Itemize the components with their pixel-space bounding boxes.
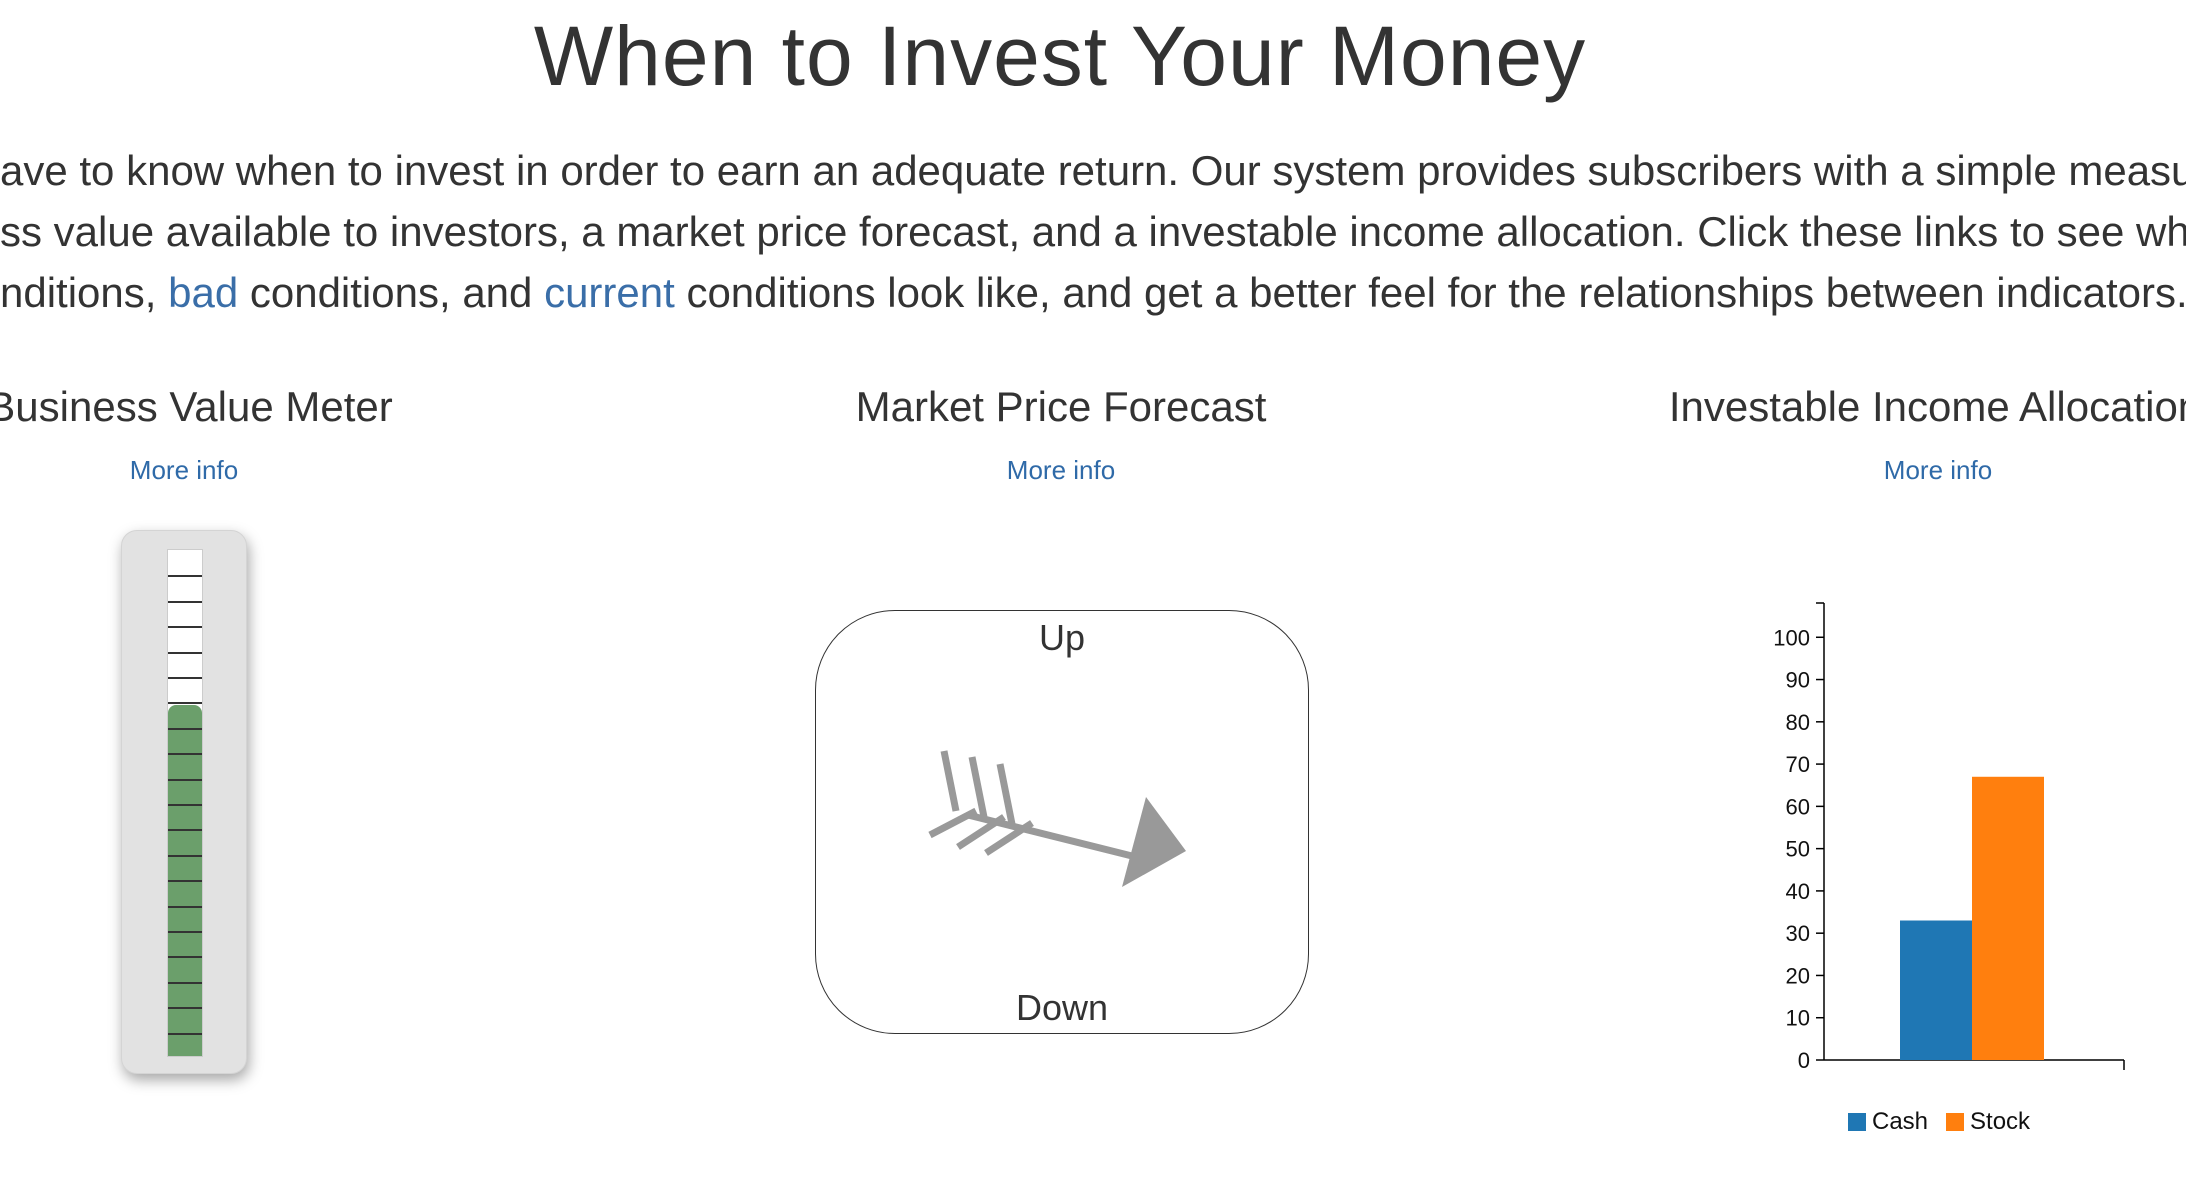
meter-tick — [168, 829, 202, 831]
business-value-meter — [121, 530, 247, 1074]
meter-tick — [168, 880, 202, 882]
y-tick-label: 40 — [1786, 879, 1810, 904]
meter-tick — [168, 855, 202, 857]
meter-tick — [168, 1033, 202, 1035]
legend-swatch — [1848, 1113, 1866, 1131]
y-tick-label: 30 — [1786, 921, 1810, 946]
intro-line-1: ave to know when to invest in order to e… — [0, 147, 2186, 194]
meter-tick — [168, 753, 202, 755]
chart-legend: Cash Stock — [1848, 1108, 2048, 1136]
meter-tick — [168, 982, 202, 984]
page-title: When to Invest Your Money — [533, 9, 1587, 103]
meter-tick — [168, 931, 202, 933]
forecast-more-info-link[interactable]: More info — [1007, 455, 1115, 486]
meter-tick — [168, 575, 202, 577]
y-tick-label: 0 — [1798, 1048, 1810, 1073]
intro-line-2-text: ss value available to investors, a marke… — [0, 208, 2186, 255]
bar-cash — [1900, 920, 1972, 1060]
meter-title: Business Value Meter — [0, 383, 393, 430]
meter-tick — [168, 728, 202, 730]
allocation-bar-chart: 0 10 20 30 40 50 60 70 80 90 100 — [1773, 602, 2125, 1073]
legend-swatch — [1946, 1113, 1965, 1131]
meter-tick — [168, 804, 202, 806]
forecast-title: Market Price Forecast — [855, 383, 1267, 430]
meter-tick — [168, 652, 202, 654]
y-tick-label: 20 — [1786, 963, 1810, 988]
meter-tick — [168, 779, 202, 781]
y-tick-label: 50 — [1786, 837, 1810, 862]
allocation-more-info-link[interactable]: More info — [1884, 455, 1992, 486]
legend-label: Stock — [1970, 1108, 2031, 1135]
meter-more-info-link[interactable]: More info — [130, 455, 238, 486]
meter-tick — [168, 702, 202, 704]
intro-line-2: ss value available to investors, a marke… — [0, 201, 2186, 262]
y-tick-label: 10 — [1786, 1006, 1810, 1031]
legend-item-stock: Stock — [1946, 1108, 2030, 1136]
current-conditions-link[interactable]: current — [544, 269, 675, 316]
meter-tick — [168, 601, 202, 603]
y-tick-label: 100 — [1773, 625, 1810, 650]
meter-tick — [168, 906, 202, 908]
bar-stock — [1972, 776, 2044, 1060]
intro-line-3-mid: conditions, and — [238, 269, 545, 316]
meter-tick — [168, 1007, 202, 1009]
y-tick-label: 70 — [1786, 752, 1810, 777]
y-tick-label: 90 — [1786, 668, 1810, 693]
forecast-dial: Up Down — [815, 610, 1309, 1034]
legend-item-cash: Cash — [1848, 1108, 1928, 1136]
intro-line-3-post: conditions look like, and get a better f… — [674, 269, 2186, 316]
y-tick-label: 60 — [1786, 794, 1810, 819]
forecast-arrow-icon — [928, 750, 1186, 887]
meter-tick — [168, 677, 202, 679]
intro-line-3: nditions, bad conditions, and current co… — [0, 262, 2186, 323]
legend-label: Cash — [1872, 1108, 1929, 1135]
bad-conditions-link[interactable]: bad — [168, 269, 238, 316]
meter-tube — [167, 549, 203, 1057]
intro-line-3-pre: nditions, — [0, 269, 169, 316]
meter-tick — [168, 626, 202, 628]
meter-tick — [168, 956, 202, 958]
allocation-title: Investable Income Allocation — [1668, 383, 2186, 430]
y-tick-label: 80 — [1786, 710, 1810, 735]
